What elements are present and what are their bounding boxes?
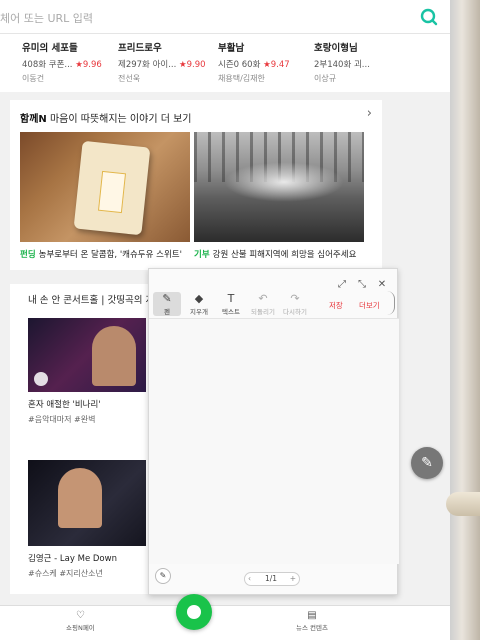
webtoon-author: 채용택/김재한	[218, 74, 265, 83]
story-image	[20, 132, 190, 242]
story-image	[194, 132, 364, 242]
webtoon-item[interactable]: 호랑이형님 2부140화 괴... 이상규	[314, 40, 410, 84]
video-tags: #슈스케 #지리산소년	[28, 569, 103, 578]
news-icon: ▤	[307, 610, 317, 621]
video-item[interactable]: 혼자 애절한 '비나리' #음악대마저 #완벽	[28, 318, 146, 425]
tool-label: 지우개	[190, 308, 208, 316]
tool-label: 펜	[164, 308, 170, 316]
story-caption: 강원 산불 피해지역에 희망을 심어주세요	[212, 250, 357, 260]
nav-label: 뉴스 컨텐츠	[296, 624, 328, 632]
prev-page-icon[interactable]: ‹	[248, 573, 251, 585]
tool-label: 텍스트	[222, 308, 240, 316]
webtoon-rating: 9.96	[82, 60, 102, 70]
webtoon-episode: 408화 쿠폰...	[22, 60, 73, 70]
more-button[interactable]: 더보기	[359, 300, 380, 311]
webtoon-rating: 9.90	[186, 60, 206, 70]
video-tags: #음악대마저 #완벽	[28, 415, 96, 424]
eraser-icon: ◆	[194, 292, 204, 305]
singer-figure	[58, 468, 102, 528]
tablet-screen: 유미의 세포들 408화 쿠폰... ★9.96 이동건 프리드로우 제297화…	[0, 0, 450, 640]
pen-settings-icon[interactable]: ✎	[155, 568, 171, 584]
together-card: 함께N 마음이 따뜻해지는 이야기 더 보기 › 펀딩 농부로부터 온 달콤함, …	[10, 100, 382, 270]
text-icon: T	[227, 292, 235, 305]
window-controls: ⤢ ⤡ ✕	[329, 272, 389, 290]
webtoon-title: 호랑이형님	[314, 43, 358, 54]
undo-icon: ↶	[258, 292, 268, 305]
pen-icon: ✎	[421, 455, 433, 471]
webtoon-strip: 유미의 세포들 408화 쿠폰... ★9.96 이동건 프리드로우 제297화…	[0, 34, 450, 92]
tool-label: 되돌리기	[251, 308, 275, 316]
green-dot-button[interactable]	[176, 594, 212, 630]
pen-float-button[interactable]: ✎	[411, 447, 443, 479]
heart-icon: ♡	[75, 610, 85, 621]
pen-icon: ✎	[162, 292, 172, 305]
eraser-tool[interactable]: ◆ 지우개	[185, 292, 213, 316]
play-icon[interactable]	[34, 372, 48, 386]
webtoon-rating: 9.47	[270, 60, 290, 70]
webtoon-author: 이상규	[314, 74, 337, 83]
video-item[interactable]: 김영근 - Lay Me Down #슈스케 #지리산소년	[28, 460, 146, 579]
tool-label: 다시하기	[283, 308, 307, 316]
star-icon: ★	[75, 60, 83, 70]
webtoon-item[interactable]: 부활남 시즌0 60화 ★9.47 채용택/김재한	[218, 40, 314, 84]
singer-figure	[92, 326, 136, 386]
memo-panel: ⤢ ⤡ ✕ ✎ 펜 ◆ 지우개 T 텍스트 ↶ 되돌리기 ↷ 다시하기 저장 더…	[148, 268, 399, 595]
news-tab[interactable]: ▤ 뉴스 컨텐츠	[296, 610, 328, 632]
smoke	[224, 162, 344, 202]
video-thumbnail	[28, 460, 146, 546]
search-icon[interactable]	[418, 6, 440, 28]
star-icon: ★	[263, 60, 271, 70]
story-item[interactable]: 기부 강원 산불 피해지역에 희망을 심어주세요	[194, 132, 364, 260]
undo-button[interactable]: ↶ 되돌리기	[249, 292, 277, 316]
nav-label: 쇼핑N페이	[66, 624, 95, 632]
memo-toolbar: ✎ 펜 ◆ 지우개 T 텍스트 ↶ 되돌리기 ↷ 다시하기 저장 더보기	[149, 289, 399, 319]
video-thumbnail	[28, 318, 146, 392]
save-button[interactable]: 저장	[329, 300, 343, 311]
webtoon-title: 부활남	[218, 43, 245, 54]
add-page-icon[interactable]: +	[290, 573, 296, 585]
star-icon: ★	[179, 60, 187, 70]
story-tag: 펀딩	[20, 250, 36, 260]
page-navigator: ‹ 1/1 +	[244, 572, 300, 586]
story-item[interactable]: 펀딩 농부로부터 온 달콤함, '캐슈두유 스위트'	[20, 132, 190, 260]
card-title: 마음이 따뜻해지는 이야기 더 보기	[49, 114, 192, 125]
story-tag: 기부	[194, 250, 210, 260]
text-tool[interactable]: T 텍스트	[217, 292, 245, 316]
video-title: 김영근 - Lay Me Down	[28, 554, 117, 564]
redo-button[interactable]: ↷ 다시하기	[281, 292, 309, 316]
toolbar-edge	[387, 291, 395, 315]
page-indicator: 1/1	[265, 574, 278, 583]
webtoon-author: 이동건	[22, 74, 45, 83]
pen-tool[interactable]: ✎ 펜	[153, 292, 181, 316]
shopping-pay-tab[interactable]: ♡ 쇼핑N페이	[66, 610, 95, 632]
stylus-tip	[446, 492, 480, 516]
video-title: 혼자 애절한 '비나리'	[28, 400, 101, 410]
redo-icon: ↷	[290, 292, 300, 305]
product-label	[97, 170, 127, 214]
url-input[interactable]	[0, 10, 400, 26]
webtoon-title: 유미의 세포들	[22, 43, 78, 54]
webtoon-episode: 2부140화 괴...	[314, 60, 370, 70]
url-bar	[0, 0, 450, 34]
device-bezel	[450, 0, 480, 640]
card-title[interactable]: 내 손 안 콘서트홀 | 갓띵곡의 지	[28, 292, 154, 306]
card-brand: 함께N	[20, 114, 47, 125]
webtoon-item[interactable]: 유미의 세포들 408화 쿠폰... ★9.96 이동건	[22, 40, 118, 84]
webtoon-episode: 제297화 아이...	[118, 60, 177, 70]
memo-canvas[interactable]	[149, 319, 399, 564]
bottom-nav: ♡ 쇼핑N페이 ▤ 뉴스 컨텐츠	[0, 594, 450, 640]
card-header[interactable]: 함께N 마음이 따뜻해지는 이야기 더 보기	[20, 110, 191, 125]
webtoon-title: 프리드로우	[118, 43, 162, 54]
webtoon-item[interactable]: 프리드로우 제297화 아이... ★9.90 전선욱	[118, 40, 214, 84]
webtoon-episode: 시즌0 60화	[218, 60, 261, 70]
webtoon-author: 전선욱	[118, 74, 141, 83]
chevron-right-icon[interactable]: ›	[367, 106, 372, 121]
story-caption: 농부로부터 온 달콤함, '캐슈두유 스위트'	[38, 250, 182, 260]
